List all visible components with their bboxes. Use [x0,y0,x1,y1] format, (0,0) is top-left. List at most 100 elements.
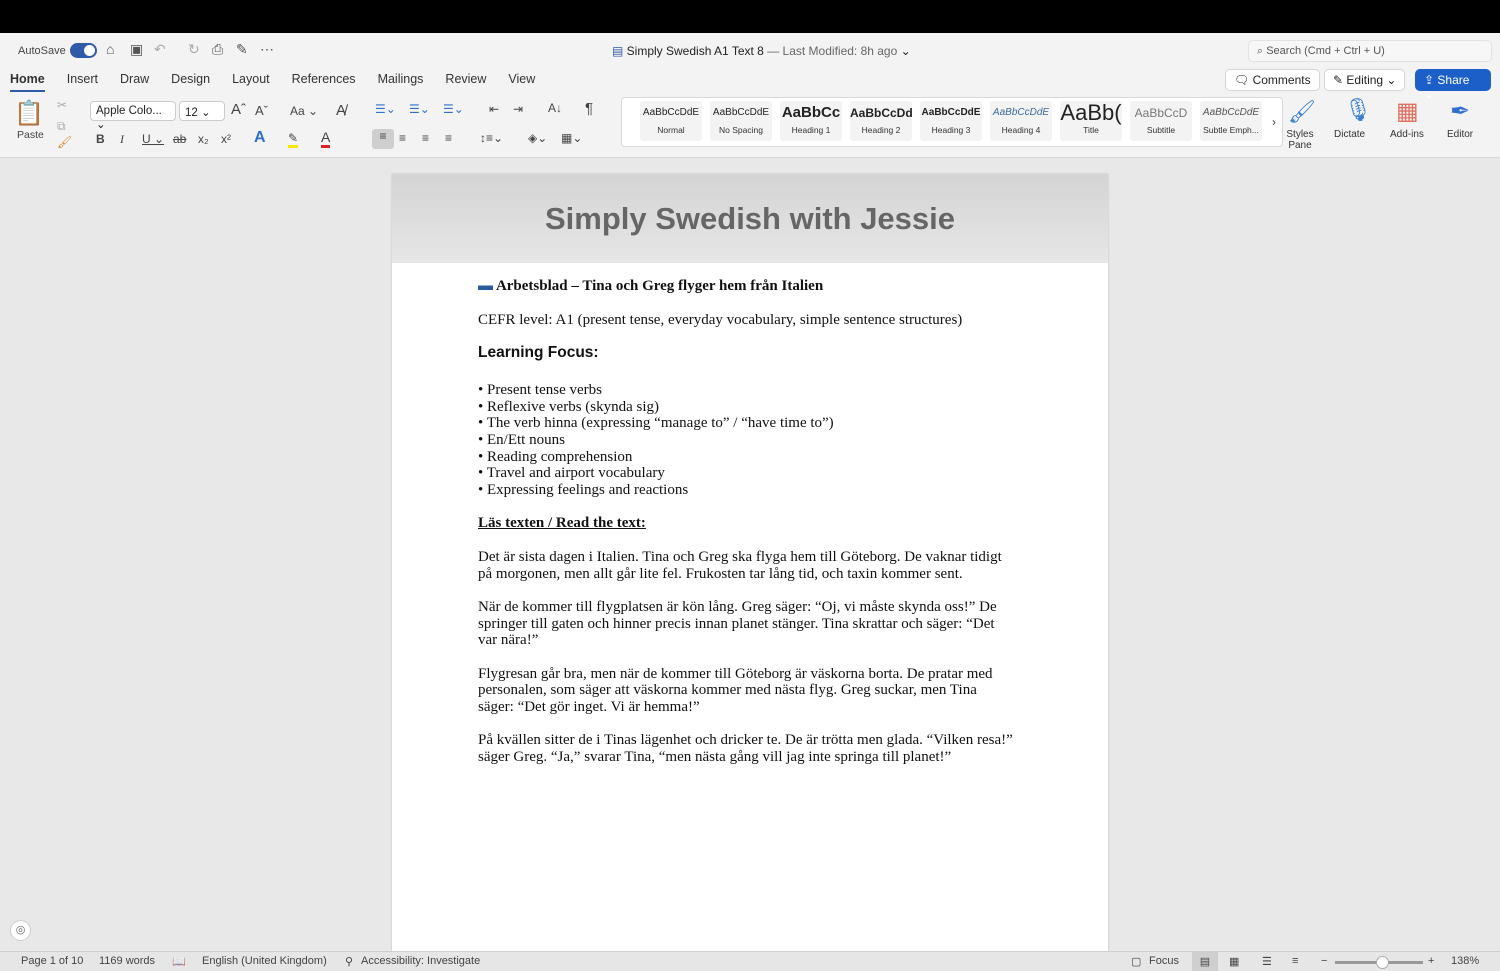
strikethrough-icon[interactable]: ab [173,132,186,146]
underline-icon[interactable]: U ⌄ [142,132,164,146]
fingerprint-icon[interactable]: ◎ [10,920,31,941]
document-body[interactable]: ▬ Arbetsblad – Tina och Greg flyger hem … [478,278,1013,783]
cut-icon[interactable]: ✂ [57,98,67,112]
borders-icon[interactable]: ▦⌄ [561,131,582,145]
word-count[interactable]: 1169 words [99,955,155,967]
tab-design[interactable]: Design [171,72,210,92]
autosave-toggle[interactable] [70,43,97,58]
style-preview: AaBbCcDd [850,106,912,120]
format-painter-icon[interactable]: 🖌 [57,135,72,149]
superscript-icon[interactable]: x² [221,132,231,146]
bullets-icon[interactable]: ☰⌄ [375,102,396,116]
justify-icon[interactable]: ≡ [445,131,452,145]
tab-home[interactable]: Home [10,72,45,92]
tab-insert[interactable]: Insert [67,72,98,92]
proofing-icon[interactable]: 📖 [172,955,186,968]
align-left-icon[interactable]: ≡ [372,129,394,149]
tab-draw[interactable]: Draw [120,72,149,92]
dictate-icon[interactable]: 🎙 [1344,97,1372,123]
copy-icon[interactable]: ⧉ [57,119,66,134]
style-heading-1[interactable]: AaBbCc Heading 1 [780,101,842,141]
decrease-indent-icon[interactable]: ⇤ [489,102,499,116]
focus-item: • En/Ett nouns [478,431,565,448]
focus-item: • Reflexive verbs (skynda sig) [478,398,660,415]
share-label: Share [1437,73,1470,87]
form-icon[interactable]: ✎ [236,41,248,58]
text-effects-icon[interactable]: A [254,129,266,147]
italic-icon[interactable]: I [120,132,124,147]
web-layout-icon[interactable]: ▦ [1229,955,1239,968]
draft-icon[interactable]: ≡ [1292,955,1298,967]
focus-item: • Travel and airport vocabulary [478,465,665,482]
zoom-slider-handle[interactable] [1376,956,1389,969]
search-input[interactable]: ⌕ Search (Cmd + Ctrl + U) [1248,40,1492,62]
style-heading-3[interactable]: AaBbCcDdE Heading 3 [920,101,982,141]
add-ins-icon[interactable]: ▦ [1396,97,1419,126]
grow-font-icon[interactable]: Aˆ [231,101,246,118]
style-subtitle[interactable]: AaBbCcD Subtitle [1130,101,1192,141]
add-ins-label[interactable]: Add-ins [1390,129,1424,140]
bold-icon[interactable]: B [96,132,105,146]
font-select[interactable]: Apple Colo... ⌄ [90,101,176,131]
styles-more-chevron-icon[interactable]: › [1272,115,1276,129]
comments-button[interactable]: 🗨 Comments [1225,69,1320,91]
font-name: Apple Colo... [96,105,162,117]
style-preview: AaBbCcDdE [642,107,700,118]
tab-view[interactable]: View [508,72,535,92]
zoom-in-icon[interactable]: + [1428,955,1434,967]
document-title[interactable]: ▤ Simply Swedish A1 Text 8 — Last Modifi… [612,44,911,58]
tab-references[interactable]: References [292,72,356,92]
redo-icon[interactable]: ↻ [188,41,200,58]
clear-formatting-icon[interactable]: A̸ [336,102,346,119]
multilevel-list-icon[interactable]: ☰⌄ [443,102,464,116]
home-icon[interactable]: ⌂ [106,41,114,57]
editor-label[interactable]: Editor [1447,129,1473,140]
style-preview: AaBbCc [781,104,841,121]
zoom-out-icon[interactable]: − [1321,955,1327,967]
dictate-label[interactable]: Dictate [1334,129,1365,140]
more-icon[interactable]: ⋯ [260,41,274,58]
paste-icon[interactable]: 📋 [14,99,44,128]
style-title[interactable]: AaBb(Title [1060,101,1122,141]
print-layout-icon[interactable]: ▤ [1192,952,1218,971]
save-icon[interactable]: ▣ [130,41,143,58]
cefr-level: CEFR level: A1 (present tense, everyday … [478,311,963,328]
font-size-select[interactable]: 12 ⌄ [179,101,225,121]
style-normal[interactable]: AaBbCcDdE Normal [640,101,702,141]
tab-mailings[interactable]: Mailings [378,72,424,92]
document-page[interactable]: Simply Swedish with Jessie ▬ Arbetsblad … [392,174,1108,951]
accessibility-status[interactable]: Accessibility: Investigate [361,955,480,967]
tab-review[interactable]: Review [445,72,486,92]
share-button[interactable]: ⇪ Share ⌄ [1415,69,1491,101]
shrink-font-icon[interactable]: Aˇ [255,103,268,118]
highlight-icon[interactable]: ✎ [288,131,299,148]
sort-icon[interactable]: A↓ [548,101,562,115]
page-count[interactable]: Page 1 of 10 [21,955,83,967]
style-subtle-emphasis[interactable]: AaBbCcDdE Subtle Emph... [1200,101,1262,141]
tab-layout[interactable]: Layout [232,72,270,92]
paragraph-marks-icon[interactable]: ¶ [585,100,593,117]
editing-button[interactable]: ✎ Editing ⌄ [1324,69,1406,91]
font-color-icon[interactable]: A [321,129,331,148]
align-right-icon[interactable]: ≡ [422,131,429,145]
numbering-icon[interactable]: ☰⌄ [409,102,430,116]
change-case-icon[interactable]: Aa ⌄ [290,104,318,118]
undo-icon[interactable]: ↶ [154,41,166,58]
styles-pane-icon[interactable]: 🖌 [1288,99,1316,125]
outline-icon[interactable]: ☰ [1262,955,1272,968]
focus-mode-button[interactable]: Focus [1149,955,1179,967]
document-header: Simply Swedish with Jessie [392,174,1108,263]
line-spacing-icon[interactable]: ↕≡⌄ [480,131,503,145]
styles-pane-label[interactable]: Styles Pane [1284,129,1316,151]
language[interactable]: English (United Kingdom) [202,955,327,967]
style-heading-4[interactable]: AaBbCcDdE Heading 4 [990,101,1052,141]
subscript-icon[interactable]: x₂ [198,132,209,146]
print-icon[interactable]: ⎙ [212,41,223,58]
style-no-spacing[interactable]: AaBbCcDdE No Spacing [710,101,772,141]
align-center-icon[interactable]: ≡ [399,131,406,145]
shading-icon[interactable]: ◈⌄ [528,131,547,145]
increase-indent-icon[interactable]: ⇥ [513,102,523,116]
zoom-level[interactable]: 138% [1451,955,1479,967]
editor-icon[interactable]: ✒ [1450,97,1470,126]
style-heading-2[interactable]: AaBbCcDd Heading 2 [850,101,912,141]
